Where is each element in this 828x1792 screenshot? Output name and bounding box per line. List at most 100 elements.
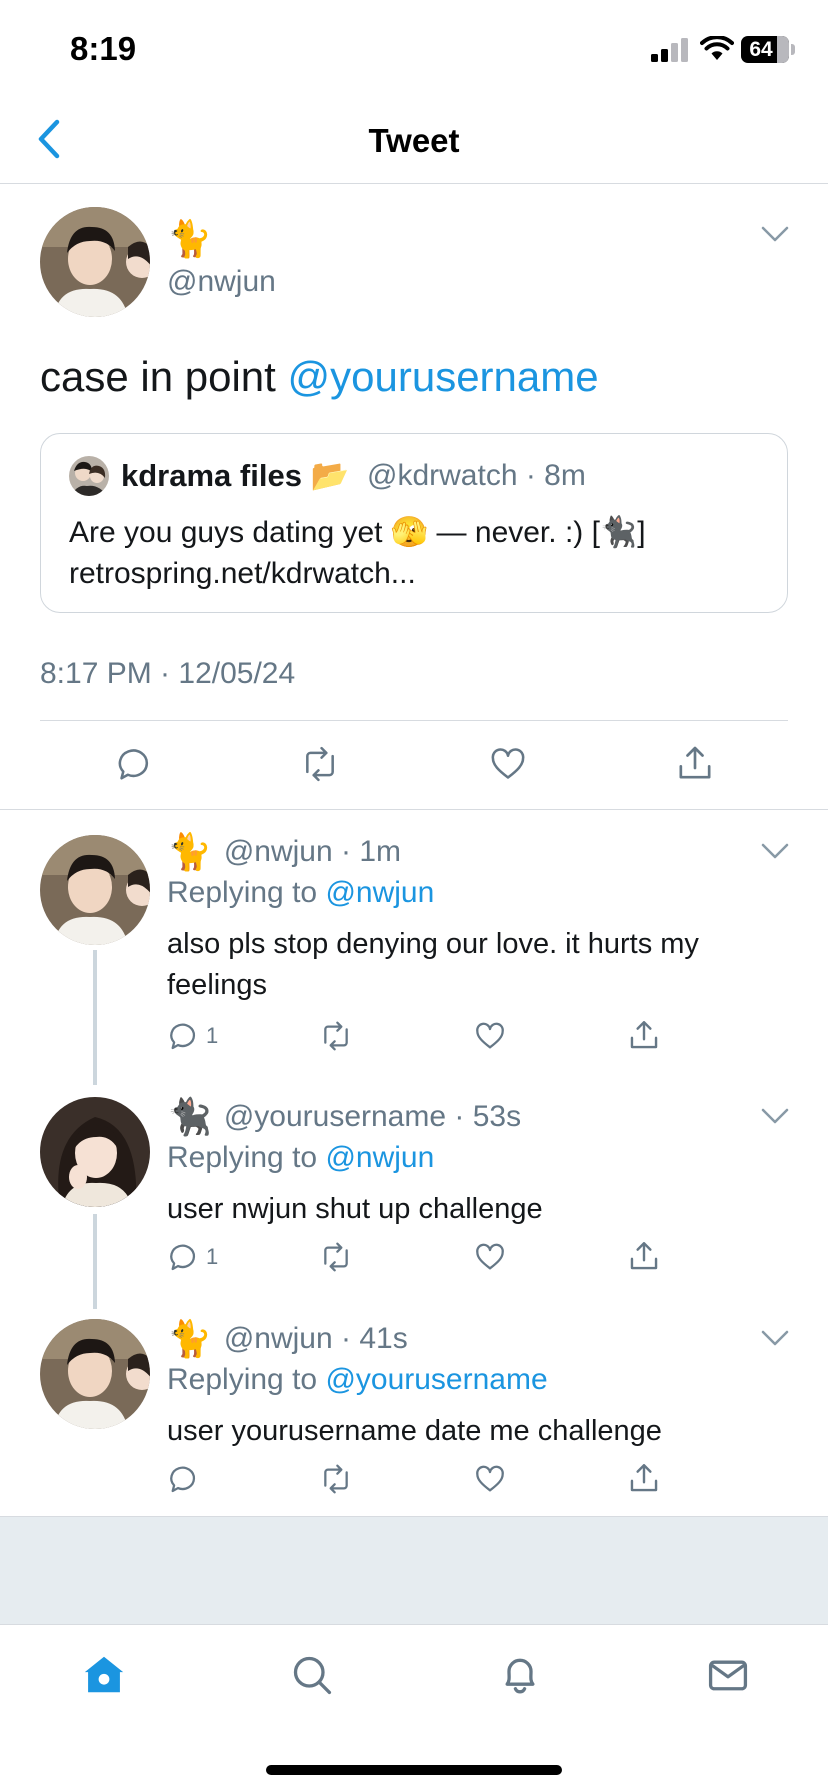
battery-level: 64 <box>749 38 773 61</box>
reply-count: 1 <box>206 1244 219 1269</box>
retweet-icon <box>324 1021 348 1051</box>
user-emoji: 🐈 <box>167 831 212 872</box>
nav-header: Tweet <box>0 100 828 184</box>
user-emoji: 🐈 <box>167 218 212 259</box>
tab-messages[interactable] <box>702 1649 754 1701</box>
replying-to-link[interactable]: @nwjun <box>325 1141 434 1174</box>
share-icon <box>630 1464 658 1492</box>
bell-icon <box>505 1658 535 1694</box>
like-button[interactable] <box>488 745 528 783</box>
tweet-text-body: case in point <box>40 353 288 400</box>
retweet-icon <box>306 746 334 782</box>
chevron-down-icon[interactable] <box>760 842 790 860</box>
quoted-tweet-card[interactable]: kdrama files 📂 @kdrwatch · 8m Are you gu… <box>40 433 788 613</box>
reply-button[interactable] <box>116 745 154 783</box>
page-title: Tweet <box>368 122 460 159</box>
chevron-down-icon[interactable] <box>760 1107 790 1125</box>
reply-icon <box>118 749 149 780</box>
reply-text: user yourusername date me challenge <box>167 1415 662 1447</box>
tab-bar <box>0 1624 828 1792</box>
reply-time: 1m <box>359 835 402 868</box>
share-icon <box>630 1242 658 1270</box>
retweet-button[interactable] <box>318 1241 354 1273</box>
reply-icon <box>170 1023 196 1050</box>
reply-header: 🐈 @nwjun · 1m <box>167 831 402 872</box>
cellular-signal-icon <box>651 38 688 62</box>
tab-notifications[interactable] <box>494 1649 546 1701</box>
reply-button[interactable]: 1 <box>168 1020 218 1052</box>
avatar[interactable] <box>40 1319 150 1429</box>
reply-handle[interactable]: @yourusername <box>224 1100 446 1134</box>
replying-to: Replying to @yourusername <box>167 1363 548 1396</box>
mail-icon <box>708 1660 748 1691</box>
user-emoji: 🐈‍⬛ <box>167 1096 212 1137</box>
search-icon <box>293 1656 332 1695</box>
replying-to-link[interactable]: @yourusername <box>325 1363 547 1396</box>
chevron-down-icon[interactable] <box>760 1329 790 1347</box>
reply-button[interactable] <box>168 1463 206 1495</box>
reply-count: 1 <box>206 1023 219 1048</box>
quoted-handle: @kdrwatch · 8m <box>367 459 586 492</box>
status-bar: 8:19 64 <box>0 0 828 100</box>
replying-to: Replying to @nwjun <box>167 1141 435 1174</box>
share-button[interactable] <box>627 1239 661 1273</box>
reply-icon <box>170 1244 196 1271</box>
share-button[interactable] <box>675 743 715 783</box>
quoted-display-name: kdrama files 📂 <box>121 458 350 493</box>
reply-text: user nwjun shut up challenge <box>167 1193 543 1225</box>
quoted-avatar <box>69 456 109 496</box>
reply-time: 53s <box>472 1100 522 1133</box>
home-icon <box>84 1656 124 1693</box>
avatar[interactable] <box>40 1097 150 1207</box>
home-indicator <box>266 1765 562 1775</box>
chevron-down-icon[interactable] <box>760 225 790 243</box>
avatar[interactable] <box>40 207 150 317</box>
retweet-button[interactable] <box>318 1463 354 1495</box>
share-button[interactable] <box>627 1461 661 1495</box>
folder-emoji: 📂 <box>310 458 350 493</box>
reply-tweet[interactable]: 🐈 @nwjun · 41s Replying to @yourusername… <box>0 1307 828 1516</box>
reply-time: 41s <box>359 1322 408 1355</box>
reply-icon <box>170 1466 196 1493</box>
reply-handle[interactable]: @nwjun <box>224 1322 333 1356</box>
heart-icon <box>476 1022 504 1049</box>
share-icon <box>679 746 711 779</box>
tweet-text: case in point @yourusername <box>40 353 599 401</box>
reply-header: 🐈 @nwjun · 41s <box>167 1318 408 1359</box>
share-button[interactable] <box>627 1018 661 1052</box>
heart-icon <box>491 748 525 779</box>
share-icon <box>630 1021 658 1049</box>
empty-timeline-area <box>0 1516 828 1624</box>
user-emoji: 🐈 <box>167 1318 212 1359</box>
retweet-button[interactable] <box>318 1020 354 1052</box>
tweet-timestamp: 8:17 PM · 12/05/24 <box>40 657 296 690</box>
reply-button[interactable]: 1 <box>168 1241 218 1273</box>
reply-tweet[interactable]: 🐈‍⬛ @yourusername · 53s Replying to @nwj… <box>0 1085 828 1307</box>
retweet-icon <box>324 1242 348 1272</box>
heart-icon <box>476 1465 504 1492</box>
wifi-icon <box>700 36 734 60</box>
reply-text: also pls stop denying our love. it hurts… <box>167 928 699 1001</box>
status-time: 8:19 <box>70 30 137 67</box>
battery-cap <box>791 44 795 55</box>
tab-search[interactable] <box>286 1649 338 1701</box>
replying-to: Replying to @nwjun <box>167 876 435 909</box>
reply-handle[interactable]: @nwjun <box>224 835 333 869</box>
quoted-text: Are you guys dating yet 🫣 — never. :) [🐈… <box>69 516 646 590</box>
retweet-icon <box>324 1464 348 1494</box>
like-button[interactable] <box>473 1241 507 1273</box>
like-button[interactable] <box>473 1020 507 1052</box>
tab-home[interactable] <box>78 1649 130 1701</box>
retweet-button[interactable] <box>299 745 341 783</box>
replying-to-link[interactable]: @nwjun <box>325 876 434 909</box>
reply-tweet[interactable]: 🐈 @nwjun · 1m Replying to @nwjun also pl… <box>0 820 828 1085</box>
like-button[interactable] <box>473 1463 507 1495</box>
heart-icon <box>476 1243 504 1270</box>
tweet-handle[interactable]: @nwjun <box>167 265 276 299</box>
main-tweet: 🐈 @nwjun case in point @yourusername kdr… <box>0 185 828 810</box>
divider <box>40 720 788 721</box>
tweet-mention-link[interactable]: @yourusername <box>288 353 599 400</box>
battery-icon: 64 <box>741 36 789 63</box>
avatar[interactable] <box>40 835 150 945</box>
reply-header: 🐈‍⬛ @yourusername · 53s <box>167 1096 522 1137</box>
